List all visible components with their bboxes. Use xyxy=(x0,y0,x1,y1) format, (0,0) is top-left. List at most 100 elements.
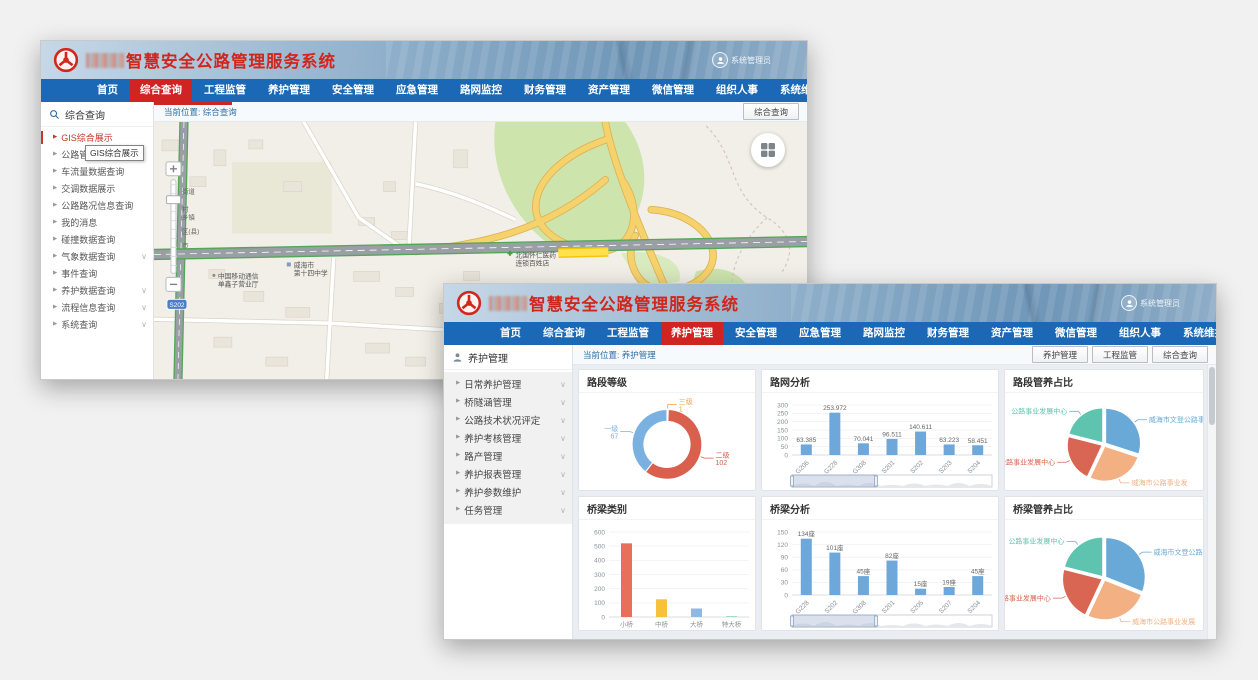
corner-button-query[interactable]: 综合查询 xyxy=(743,103,799,120)
sidebar-item-1[interactable]: ▶桥隧涵管理∨ xyxy=(444,393,572,411)
corner-button-2[interactable]: 综合查询 xyxy=(1152,346,1208,363)
nav-item-9[interactable]: 微信管理 xyxy=(642,79,704,102)
bridge-maintenance-pie-chart[interactable]: 威海市文登公路事威海市公路事业发展公路事业发展中心公路事业发展中心 xyxy=(1005,520,1203,630)
sidebar-item-10[interactable]: ▶流程信息查询∨ xyxy=(41,299,153,316)
user-icon xyxy=(712,52,728,68)
search-icon xyxy=(49,109,60,120)
svg-text:45座: 45座 xyxy=(971,567,985,576)
sidebar-item-label: 养护考核管理 xyxy=(464,431,521,445)
maintenance-icon xyxy=(452,352,463,363)
panel-title: 路段等级 xyxy=(579,370,755,393)
breadcrumb: 当前位置: 养护管理 xyxy=(573,349,656,361)
svg-text:90: 90 xyxy=(781,555,789,562)
svg-text:市: 市 xyxy=(182,241,189,250)
svg-text:140.611: 140.611 xyxy=(909,424,932,431)
nav-item-1[interactable]: 综合查询 xyxy=(130,79,192,102)
sidebar-item-7[interactable]: ▶任务管理∨ xyxy=(444,501,572,519)
logo-icon xyxy=(53,47,79,73)
window-maintenance-management: 智慧安全公路管理服务系统 系统管理员 首页综合查询工程监管养护管理安全管理应急管… xyxy=(443,283,1217,640)
road-grade-donut-chart[interactable]: 三级1二级102一级67 xyxy=(579,393,755,490)
road-maintenance-pie-chart[interactable]: 威海市文登公路事威海市公路事业发山公路事业发展中心公路事业发展中心 xyxy=(1005,393,1203,490)
chevron-down-icon: ∨ xyxy=(141,286,147,295)
svg-text:15座: 15座 xyxy=(914,579,928,588)
nav-item-8[interactable]: 资产管理 xyxy=(981,322,1043,345)
roadnet-bar-chart[interactable]: 05010015020025030063.385G206253.972G2287… xyxy=(762,393,998,490)
nav-item-11[interactable]: 系统维护 xyxy=(770,79,808,102)
arrow-right-icon: ▶ xyxy=(456,471,460,477)
svg-text:400: 400 xyxy=(594,558,605,565)
sidebar-item-label: 我的消息 xyxy=(61,216,97,229)
panel-title: 桥梁管养占比 xyxy=(1005,497,1203,520)
nav-item-10[interactable]: 组织人事 xyxy=(1109,322,1171,345)
arrow-right-icon: ▶ xyxy=(53,152,57,158)
sidebar-item-8[interactable]: ▶事件查询 xyxy=(41,265,153,282)
nav-item-0[interactable]: 首页 xyxy=(490,322,531,345)
nav-item-10[interactable]: 组织人事 xyxy=(706,79,768,102)
sidebar-item-3[interactable]: ▶ 交调数据展示 xyxy=(41,180,153,197)
sidebar-item-3[interactable]: ▶养护考核管理∨ xyxy=(444,429,572,447)
nav-item-5[interactable]: 应急管理 xyxy=(789,322,851,345)
user-menu[interactable]: 系统管理员 xyxy=(712,52,771,68)
nav-item-7[interactable]: 财务管理 xyxy=(917,322,979,345)
nav-item-2[interactable]: 工程监管 xyxy=(597,322,659,345)
sidebar: 养护管理 ▶日常养护管理∨▶桥隧涵管理∨▶公路技术状况评定∨▶养护考核管理∨▶路… xyxy=(444,345,573,639)
sidebar-item-2[interactable]: ▶公路技术状况评定∨ xyxy=(444,411,572,429)
redacted-title-prefix xyxy=(86,53,124,68)
svg-text:134座: 134座 xyxy=(798,529,816,538)
sidebar-item-label: 养护参数维护 xyxy=(464,485,521,499)
vertical-scrollbar[interactable] xyxy=(1207,365,1216,639)
sidebar-item-0[interactable]: ▶日常养护管理∨ xyxy=(444,375,572,393)
sidebar-item-5[interactable]: ▶我的消息 xyxy=(41,214,153,231)
corner-button-1[interactable]: 工程监管 xyxy=(1092,346,1148,363)
user-menu[interactable]: 系统管理员 xyxy=(1121,295,1180,311)
corner-button-0[interactable]: 养护管理 xyxy=(1032,346,1088,363)
sidebar-item-label: 气象数据查询 xyxy=(61,250,115,263)
nav-item-1[interactable]: 综合查询 xyxy=(533,322,595,345)
nav-item-0[interactable]: 首页 xyxy=(87,79,128,102)
svg-text:600: 600 xyxy=(594,529,605,536)
sidebar-item-0[interactable]: ▶GIS综合展示 xyxy=(41,129,153,146)
menu-tooltip: GIS综合展示 xyxy=(85,145,144,161)
sidebar-item-label: 交调数据展示 xyxy=(61,182,115,195)
bridge-category-bar-chart[interactable]: 0100200300400500600小桥中桥大桥特大桥 xyxy=(579,520,755,630)
sidebar-item-4[interactable]: ▶公路路况信息查询 xyxy=(41,197,153,214)
nav-item-11[interactable]: 系统维护 xyxy=(1173,322,1217,345)
svg-text:120: 120 xyxy=(777,542,788,549)
panel-road-maintenance-share: 路段管养占比 威海市文登公路事威海市公路事业发山公路事业发展中心公路事业发展中心 xyxy=(1004,369,1204,491)
sidebar-title: 养护管理 xyxy=(468,350,508,365)
arrow-right-icon: ▶ xyxy=(53,305,57,311)
nav-item-6[interactable]: 路网监控 xyxy=(450,79,512,102)
arrow-right-icon: ▶ xyxy=(53,322,57,328)
nav-item-8[interactable]: 资产管理 xyxy=(578,79,640,102)
map-layers-button[interactable] xyxy=(751,133,785,167)
arrow-right-icon: ▶ xyxy=(53,186,57,192)
nav-item-4[interactable]: 安全管理 xyxy=(322,79,384,102)
svg-text:250: 250 xyxy=(777,411,788,418)
sidebar-item-7[interactable]: ▶气象数据查询∨ xyxy=(41,248,153,265)
sidebar-item-11[interactable]: ▶系统查询∨ xyxy=(41,316,153,333)
sidebar-item-9[interactable]: ▶养护数据查询∨ xyxy=(41,282,153,299)
sidebar-item-6[interactable]: ▶养护参数维护∨ xyxy=(444,483,572,501)
sidebar-item-6[interactable]: ▶碰撞数据查询 xyxy=(41,231,153,248)
nav-item-6[interactable]: 路网监控 xyxy=(853,322,915,345)
sidebar-item-label: 公路技术状况评定 xyxy=(464,413,540,427)
nav-item-3[interactable]: 养护管理 xyxy=(661,322,723,345)
panel-grid: 路段等级 三级1二级102一级67 路网分析 05010015020025030… xyxy=(578,369,1209,631)
svg-text:S204: S204 xyxy=(966,459,982,475)
nav-item-2[interactable]: 工程监管 xyxy=(194,79,256,102)
panel-title: 桥梁类别 xyxy=(579,497,755,520)
bridge-analysis-bar-chart[interactable]: 0306090120150134座G228101座S20245座G30882座S… xyxy=(762,520,998,630)
sidebar-item-4[interactable]: ▶路产管理∨ xyxy=(444,447,572,465)
nav-item-7[interactable]: 财务管理 xyxy=(514,79,576,102)
sidebar-item-label: 路产管理 xyxy=(464,449,502,463)
nav-item-9[interactable]: 微信管理 xyxy=(1045,322,1107,345)
nav-item-5[interactable]: 应急管理 xyxy=(386,79,448,102)
svg-text:区(县): 区(县) xyxy=(182,228,199,236)
sidebar-item-2[interactable]: ▶车流量数据查询 xyxy=(41,163,153,180)
nav-item-3[interactable]: 养护管理 xyxy=(258,79,320,102)
scrollbar-thumb[interactable] xyxy=(1209,367,1215,425)
svg-text:街道: 街道 xyxy=(182,187,195,196)
sidebar-item-5[interactable]: ▶养护报表管理∨ xyxy=(444,465,572,483)
breadcrumb-bar: 当前位置: 养护管理 养护管理工程监管综合查询 xyxy=(573,345,1216,365)
nav-item-4[interactable]: 安全管理 xyxy=(725,322,787,345)
